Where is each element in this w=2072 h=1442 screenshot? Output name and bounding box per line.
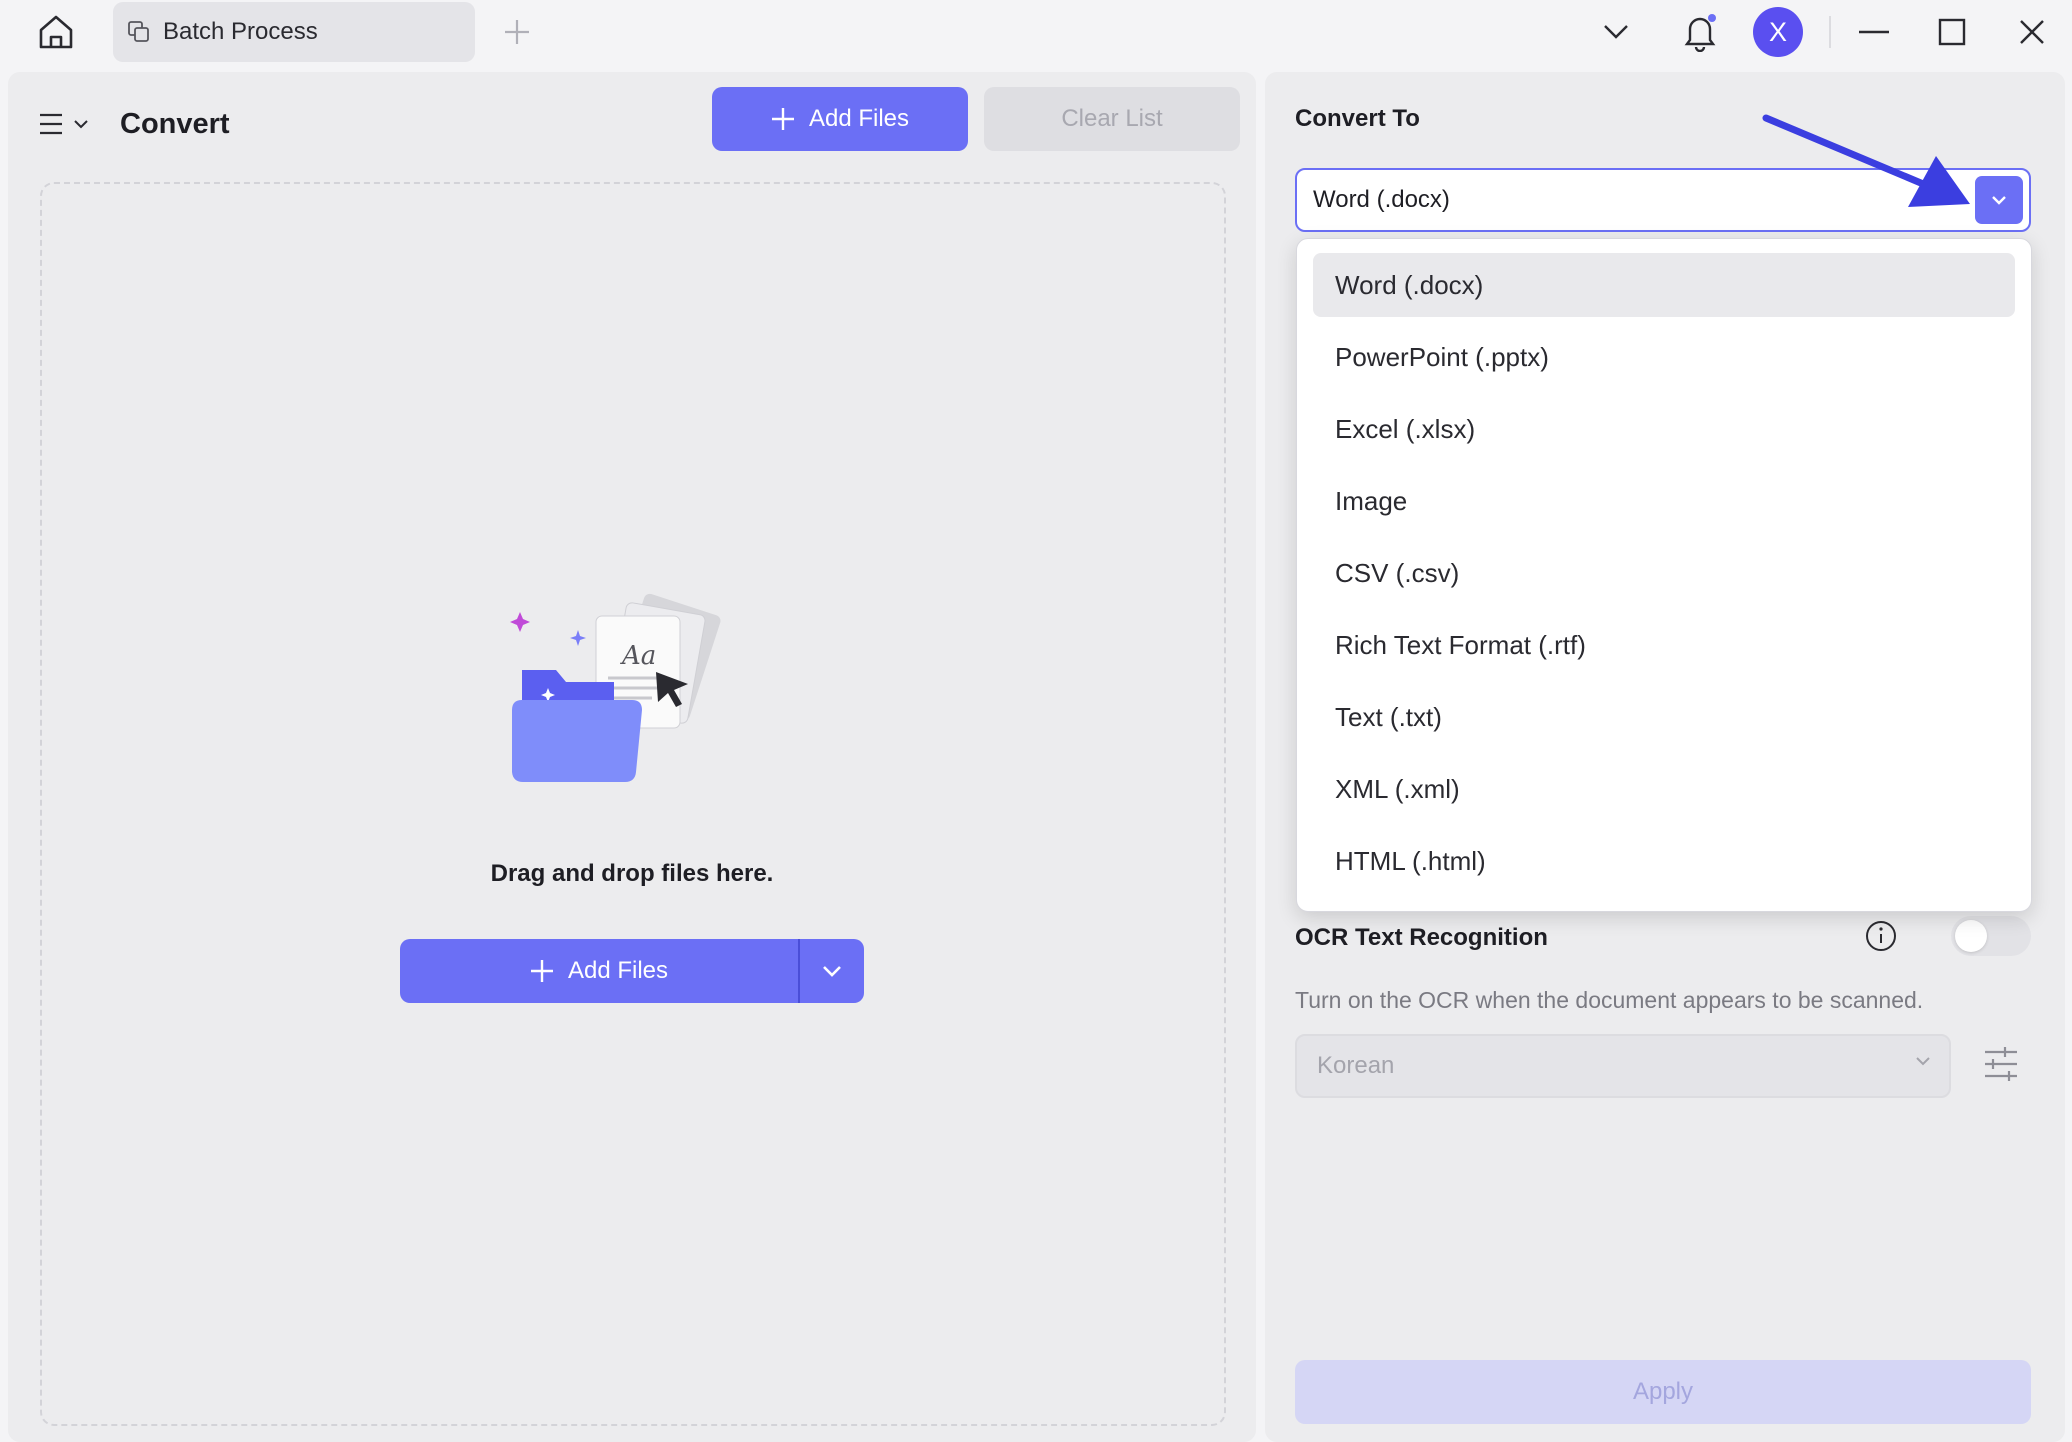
tab-copy-icon	[127, 17, 157, 47]
add-files-split-label: Add Files	[567, 957, 669, 984]
adjust-sliders-icon[interactable]	[1981, 1044, 2021, 1084]
home-icon	[39, 15, 73, 49]
format-option-html[interactable]: HTML (.html)	[1313, 829, 2015, 893]
ocr-toggle[interactable]	[1951, 916, 2031, 956]
add-files-main-button[interactable]: Add Files	[400, 939, 798, 1003]
add-files-button[interactable]: Add Files	[712, 87, 968, 151]
home-button[interactable]	[30, 8, 82, 56]
file-list-panel: Convert Add Files Clear List Aa Drag and…	[8, 72, 1256, 1442]
drop-instructions: Drag and drop files here.	[490, 860, 774, 887]
chevron-down-icon	[823, 966, 841, 977]
titlebar-divider	[1829, 16, 1831, 48]
ocr-language-select[interactable]: Korean	[1295, 1034, 1951, 1098]
format-dropdown-menu: Word (.docx) PowerPoint (.pptx) Excel (.…	[1296, 238, 2032, 912]
tab-batch-process[interactable]: Batch Process	[113, 2, 475, 62]
close-icon	[2020, 20, 2044, 44]
illustration-text: Aa	[620, 641, 656, 671]
plus-icon	[771, 108, 794, 130]
ocr-title: OCR Text Recognition	[1295, 924, 1548, 951]
hamburger-icon	[40, 113, 62, 135]
format-option-excel[interactable]: Excel (.xlsx)	[1313, 397, 2015, 461]
tab-label: Batch Process	[163, 18, 318, 45]
format-select-value: Word (.docx)	[1313, 186, 1450, 213]
chevron-down-icon	[74, 120, 88, 129]
format-option-xml[interactable]: XML (.xml)	[1313, 757, 2015, 821]
format-select[interactable]: Word (.docx)	[1295, 168, 2031, 232]
format-option-rtf[interactable]: Rich Text Format (.rtf)	[1313, 613, 2015, 677]
sparkle-pink	[510, 612, 530, 632]
chevron-down-icon	[1916, 1057, 1930, 1066]
add-files-split-button: Add Files	[400, 939, 864, 1003]
new-tab-button[interactable]	[497, 12, 537, 52]
panel-menu-button[interactable]	[38, 102, 102, 146]
add-files-dropdown-button[interactable]	[800, 939, 864, 1003]
files-illustration: Aa	[510, 593, 721, 782]
format-option-image[interactable]: Image	[1313, 469, 2015, 533]
clear-list-button[interactable]: Clear List	[984, 87, 1240, 151]
plus-icon	[530, 960, 553, 982]
minimize-icon	[1859, 30, 1889, 34]
sparkle-blue	[570, 630, 586, 646]
info-icon[interactable]	[1865, 920, 1897, 952]
ocr-toggle-knob	[1955, 920, 1987, 952]
notifications-button[interactable]	[1674, 8, 1726, 56]
ocr-language-value: Korean	[1317, 1052, 1395, 1079]
plus-icon	[505, 20, 529, 44]
bell-icon	[1684, 14, 1716, 52]
format-option-word[interactable]: Word (.docx)	[1313, 253, 2015, 317]
chevron-down-icon	[1604, 25, 1628, 39]
format-option-powerpoint[interactable]: PowerPoint (.pptx)	[1313, 325, 2015, 389]
title-bar: Batch Process X	[0, 0, 2072, 66]
format-option-csv[interactable]: CSV (.csv)	[1313, 541, 2015, 605]
format-dropdown-toggle[interactable]	[1975, 176, 2023, 224]
maximize-icon	[1938, 18, 1966, 46]
user-avatar[interactable]: X	[1753, 7, 1803, 57]
drop-zone[interactable]	[40, 182, 1226, 1426]
convert-to-label: Convert To	[1295, 105, 1420, 132]
apply-button[interactable]: Apply	[1295, 1360, 2031, 1424]
page-title: Convert	[120, 108, 230, 140]
chevron-down-icon	[1992, 196, 2006, 205]
app-window: Batch Process X Convert Add Files Clear …	[0, 0, 2072, 1442]
close-window-button[interactable]	[2008, 8, 2056, 56]
add-files-label: Add Files	[808, 105, 910, 132]
tabs-dropdown-button[interactable]	[1592, 8, 1640, 56]
minimize-button[interactable]	[1850, 8, 1898, 56]
format-option-txt[interactable]: Text (.txt)	[1313, 685, 2015, 749]
ocr-description: Turn on the OCR when the document appear…	[1295, 987, 1924, 1013]
maximize-button[interactable]	[1928, 8, 1976, 56]
